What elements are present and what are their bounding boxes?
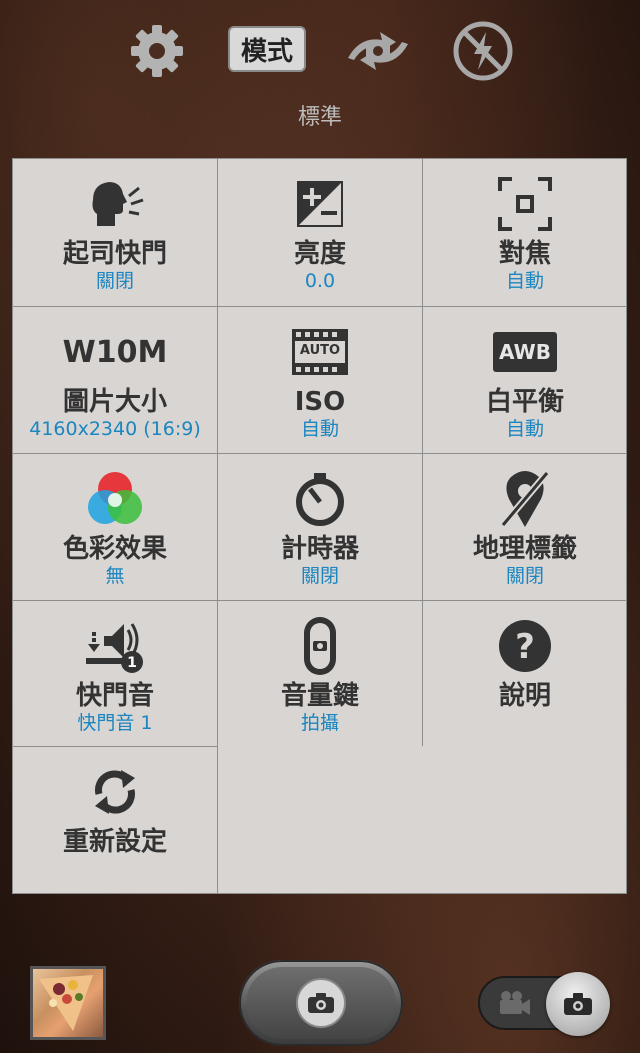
color-effect-icon [85,466,145,532]
shutter-button[interactable] [239,960,403,1046]
setting-value: 4160x2340 (16:9) [29,418,201,440]
bottom-bar [0,950,640,1053]
setting-label: 起司快門 [62,239,167,269]
setting-label: 色彩效果 [62,534,167,564]
flash-off-icon[interactable] [450,18,516,84]
timer-icon [292,466,348,532]
geotag-off-icon [497,466,553,532]
mode-button[interactable]: 模式 [228,26,306,72]
setting-iso[interactable]: AUTO ISO 自動 [218,307,422,453]
setting-cheese-shutter[interactable]: 起司快門 關閉 [13,159,217,306]
camera-icon [296,978,346,1028]
setting-label: 對焦 [498,239,551,269]
reset-icon [87,759,143,825]
svg-text:1: 1 [127,655,137,671]
setting-value: 快門音 1 [77,712,153,734]
current-mode-label: 標準 [297,105,342,130]
setting-value: 0.0 [304,270,336,292]
top-bar: 模式 [0,18,640,90]
setting-white-balance[interactable]: AWB 白平衡 自動 [423,307,627,453]
setting-value: 無 [105,565,125,587]
white-balance-icon-text: AWB [493,332,557,372]
setting-geotag[interactable]: 地理標籤 關閉 [423,454,627,600]
setting-timer[interactable]: 計時器 關閉 [218,454,422,600]
setting-label: 白平衡 [485,387,564,417]
setting-label: 快門音 [75,681,154,711]
setting-label: 音量鍵 [280,681,359,711]
setting-value: 自動 [505,270,544,292]
setting-label: ISO [294,387,346,417]
setting-label: 計時器 [280,534,359,564]
brightness-icon [295,171,345,237]
setting-color-effect[interactable]: 色彩效果 無 [13,454,217,600]
focus-icon [496,171,554,237]
setting-label: 重新設定 [62,827,167,857]
setting-brightness[interactable]: 亮度 0.0 [218,159,422,306]
shutter-inner [246,967,396,1039]
setting-value: 自動 [505,418,544,440]
settings-grid: 起司快門 關閉 亮度 0.0 對焦 自動 W10M 圖片大小 4160x2340… [12,158,627,894]
setting-label: 地理標籤 [472,534,577,564]
setting-value: 關閉 [505,565,544,587]
setting-picture-size[interactable]: W10M 圖片大小 4160x2340 (16:9) [13,307,217,453]
iso-icon-text: AUTO [299,343,341,358]
setting-shutter-sound[interactable]: 1 快門音 快門音 1 [13,601,217,746]
picture-size-icon: W10M [63,319,168,385]
volume-key-icon [300,613,340,679]
gear-icon[interactable] [124,18,190,84]
setting-value: 關閉 [95,270,134,292]
setting-help[interactable]: ? 說明 [423,601,627,746]
camera-icon [546,972,610,1036]
setting-focus[interactable]: 對焦 自動 [423,159,627,306]
setting-reset[interactable]: 重新設定 [13,747,217,893]
setting-label: 說明 [498,681,551,711]
help-icon: ? [497,613,553,679]
video-camera-icon [498,990,532,1020]
setting-volume-key[interactable]: 音量鍵 拍攝 [218,601,422,746]
white-balance-icon: AWB [493,319,557,385]
setting-label: 圖片大小 [62,387,167,417]
shutter-sound-icon: 1 [82,613,148,679]
gallery-thumbnail[interactable] [30,966,106,1040]
iso-icon: AUTO [292,319,348,385]
setting-value: 自動 [300,418,339,440]
picture-size-icon-text: W10M [62,334,168,370]
switch-camera-icon[interactable] [338,18,418,84]
cheese-shutter-icon [85,171,145,237]
setting-value: 關閉 [300,565,339,587]
svg-text:?: ? [515,627,535,667]
setting-value: 拍攝 [300,712,339,734]
photo-video-toggle[interactable] [478,972,610,1036]
setting-label: 亮度 [293,239,346,269]
